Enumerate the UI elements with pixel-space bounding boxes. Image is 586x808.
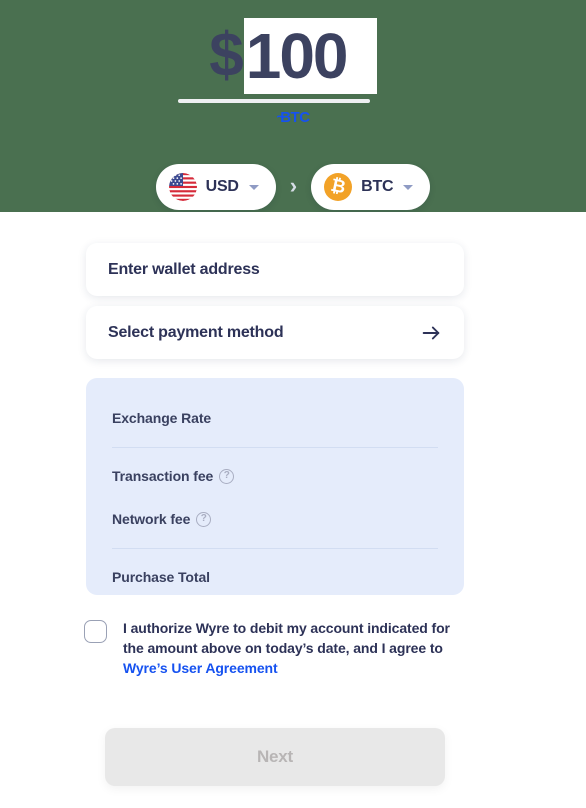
summary-divider-top — [112, 447, 438, 448]
crypto-estimate-currency: BTC — [280, 109, 310, 126]
exchange-direction-icon: › — [289, 173, 298, 198]
summary-row-network-fee: Network fee ? — [112, 507, 438, 531]
header-banner: $ 100 ~BTC USD › ₿ BTC — [0, 0, 586, 212]
amount-entry-row: $ 100 — [0, 12, 586, 100]
chevron-down-icon[interactable] — [248, 184, 259, 190]
wallet-address-label: Enter wallet address — [108, 260, 260, 278]
currency-from-label: USD — [205, 178, 239, 195]
currency-from-pill[interactable]: USD — [155, 164, 276, 210]
purchase-total-label: Purchase Total — [112, 569, 210, 585]
summary-row-purchase-total: Purchase Total — [112, 565, 438, 589]
bitcoin-icon: ₿ — [324, 173, 353, 201]
currency-symbol: $ — [209, 21, 243, 90]
summary-row-transaction-fee: Transaction fee ? — [112, 464, 438, 488]
user-agreement-link[interactable]: Wyre’s User Agreement — [123, 660, 278, 676]
payment-method-label: Select payment method — [108, 323, 284, 341]
amount-underline — [178, 99, 370, 103]
crypto-estimate: ~BTC — [0, 109, 586, 127]
summary-divider-bottom — [112, 548, 438, 549]
amount-input[interactable]: 100 — [243, 18, 377, 94]
network-fee-text: Network fee — [112, 511, 191, 527]
arrow-right-icon — [420, 322, 442, 344]
summary-spacer — [112, 488, 438, 507]
bitcoin-glyph: ₿ — [328, 174, 348, 198]
exchange-rate-label: Exchange Rate — [112, 410, 212, 426]
form-content: Enter wallet address Select payment meth… — [0, 212, 586, 808]
wallet-address-field[interactable]: Enter wallet address — [86, 243, 464, 296]
currency-to-pill[interactable]: ₿ BTC — [311, 164, 431, 210]
summary-row-exchange-rate: Exchange Rate — [112, 406, 438, 430]
next-button[interactable]: Next — [105, 728, 445, 786]
transaction-fee-label: Transaction fee ? — [112, 468, 235, 484]
amount-input-value: 100 — [245, 20, 349, 92]
authorization-block: I authorize Wyre to debit my account ind… — [84, 618, 466, 678]
currency-selector: USD › ₿ BTC — [0, 164, 586, 210]
authorization-text: I authorize Wyre to debit my account ind… — [123, 618, 466, 678]
currency-to-label: BTC — [361, 178, 394, 195]
help-icon[interactable]: ? — [196, 511, 212, 527]
network-fee-label: Network fee ? — [112, 511, 212, 527]
chevron-down-icon[interactable] — [403, 184, 414, 190]
transaction-fee-text: Transaction fee — [112, 468, 214, 484]
authorization-checkbox[interactable] — [84, 620, 107, 643]
authorization-text-body: I authorize Wyre to debit my account ind… — [123, 620, 450, 656]
us-flag-icon — [168, 173, 197, 201]
order-summary-panel: Exchange Rate Transaction fee ? Network … — [86, 378, 464, 595]
help-icon[interactable]: ? — [219, 468, 235, 484]
payment-method-selector[interactable]: Select payment method — [86, 306, 464, 359]
